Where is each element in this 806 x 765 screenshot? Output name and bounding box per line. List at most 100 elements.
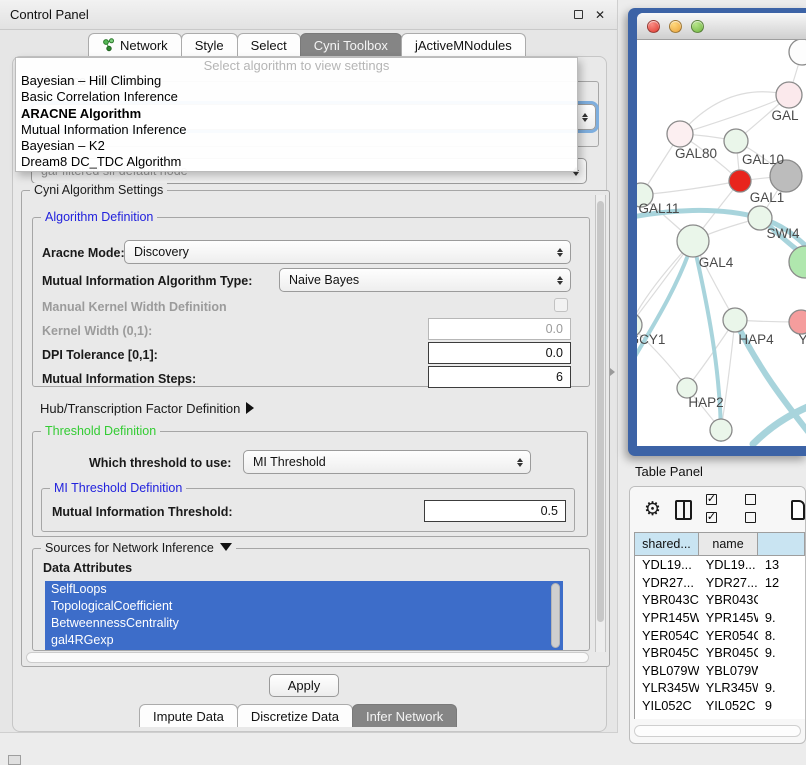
node-label: GAL4 xyxy=(699,255,734,270)
network-node[interactable] xyxy=(677,225,709,257)
mi-threshold-field[interactable]: 0.5 xyxy=(424,500,566,522)
table-row[interactable]: YER054CYER054C8. xyxy=(635,626,805,644)
tab-discretize-data[interactable]: Discretize Data xyxy=(237,704,353,727)
table-horizontal-scrollbar[interactable] xyxy=(634,725,801,737)
table-cell: YIL052C xyxy=(635,697,699,715)
network-node[interactable] xyxy=(710,419,732,441)
settings-horizontal-scrollbar[interactable] xyxy=(26,652,589,663)
table-cell: YBR043C xyxy=(699,591,758,609)
kernel-width-field[interactable]: 0.0 xyxy=(428,318,571,340)
algorithm-definition-group: Algorithm Definition Aracne Mode: Discov… xyxy=(32,217,590,387)
algorithm-option[interactable]: Mutual Information Inference xyxy=(16,122,577,138)
sources-group-title[interactable]: Sources for Network Inference xyxy=(41,541,236,555)
column-header[interactable] xyxy=(758,533,805,555)
table-header-row: shared...name xyxy=(635,533,805,556)
column-header[interactable]: name xyxy=(699,533,758,555)
attribute-item[interactable]: gal4RGexp xyxy=(45,632,563,649)
table-cell: YPR145W xyxy=(635,609,699,627)
dpi-tolerance-field[interactable]: 0.0 xyxy=(428,342,571,364)
minimize-window-icon[interactable] xyxy=(669,20,682,33)
network-window-frame: GALGAL80GAL10GAL1GAL11SWI4GAL4GCY1HAP4YH… xyxy=(628,8,806,456)
gear-icon[interactable]: ⚙ xyxy=(644,500,661,519)
table-row[interactable]: YIL052CYIL052C9 xyxy=(635,697,805,715)
network-node[interactable] xyxy=(667,121,693,147)
algorithm-option[interactable]: Dream8 DC_TDC Algorithm xyxy=(16,154,577,170)
table-panel: Table Panel ⚙ shared...name YDL19...YDL1… xyxy=(622,456,806,756)
table-cell: 13 xyxy=(758,556,805,574)
network-node[interactable] xyxy=(789,40,806,65)
network-node[interactable] xyxy=(789,310,806,334)
manual-kernel-checkbox[interactable] xyxy=(554,298,568,312)
table-cell: YDR27... xyxy=(635,574,699,592)
tab-select[interactable]: Select xyxy=(237,33,301,56)
mi-type-combo[interactable]: Naive Bayes xyxy=(279,268,571,292)
tab-label: Impute Data xyxy=(153,709,224,724)
settings-vertical-scrollbar[interactable] xyxy=(595,195,606,652)
hub-definition-toggle[interactable]: Hub/Transcription Factor Definition xyxy=(40,401,254,416)
control-panel-title: Control Panel xyxy=(10,7,563,22)
list-scrollbar[interactable] xyxy=(551,583,560,648)
algorithm-option[interactable]: Basic Correlation Inference xyxy=(16,89,577,105)
node-label: HAP2 xyxy=(688,395,723,410)
node-label: GAL11 xyxy=(638,201,679,216)
table-row[interactable]: YDR27...YDR27...12 xyxy=(635,574,805,592)
network-window-titlebar xyxy=(637,13,806,40)
close-panel-icon[interactable]: ✕ xyxy=(593,8,607,22)
network-node[interactable] xyxy=(724,129,748,153)
table-cell: YLR345W xyxy=(699,679,758,697)
network-canvas[interactable]: GALGAL80GAL10GAL1GAL11SWI4GAL4GCY1HAP4YH… xyxy=(637,40,806,446)
tab-network[interactable]: Network xyxy=(88,33,182,56)
tab-infer-network[interactable]: Infer Network xyxy=(352,704,457,727)
table-row[interactable]: YPR145WYPR145W9. xyxy=(635,609,805,627)
sources-group: Sources for Network Inference Data Attri… xyxy=(32,548,590,651)
bottom-tabbar: Impute Data Discretize Data Infer Network xyxy=(139,704,456,727)
select-all-columns-icon[interactable] xyxy=(706,492,732,528)
split-view-icon[interactable] xyxy=(675,500,692,520)
window-grip[interactable] xyxy=(8,755,21,765)
panel-divider-handle[interactable] xyxy=(610,368,615,376)
tab-label: Discretize Data xyxy=(251,709,339,724)
tab-label: Infer Network xyxy=(366,709,443,724)
table-row[interactable]: YDL19...YDL19...13 xyxy=(635,556,805,574)
attribute-item[interactable]: SelfLoops xyxy=(45,581,563,598)
tab-jactivemnodules[interactable]: jActiveMNodules xyxy=(401,33,526,56)
tab-label: Cyni Toolbox xyxy=(314,38,388,53)
attribute-item[interactable]: BetweennessCentrality xyxy=(45,615,563,632)
network-node[interactable] xyxy=(789,246,806,278)
network-icon xyxy=(102,38,115,52)
tab-style[interactable]: Style xyxy=(181,33,238,56)
table-cell: YER054C xyxy=(635,626,699,644)
table-row[interactable]: YBL079WYBL079W xyxy=(635,662,805,680)
float-window-icon[interactable] xyxy=(571,8,585,22)
table-row[interactable]: YLR345WYLR345W9. xyxy=(635,679,805,697)
network-node[interactable] xyxy=(776,82,802,108)
algorithm-option[interactable]: Bayesian – Hill Climbing xyxy=(16,73,577,89)
data-attributes-list[interactable]: SelfLoopsTopologicalCoefficientBetweenne… xyxy=(45,581,563,650)
export-table-icon[interactable] xyxy=(791,500,805,520)
apply-button[interactable]: Apply xyxy=(269,674,339,697)
node-label: GCY1 xyxy=(637,332,665,347)
table-panel-inner: ⚙ shared...name YDL19...YDL19...13YDR27.… xyxy=(629,486,806,744)
network-node[interactable] xyxy=(723,308,747,332)
mi-steps-field[interactable]: 6 xyxy=(428,366,571,388)
which-threshold-combo[interactable]: MI Threshold xyxy=(243,450,531,474)
table-cell: YPR145W xyxy=(699,609,758,627)
algorithm-option[interactable]: ARACNE Algorithm xyxy=(16,106,577,122)
table-row[interactable]: YBR043CYBR043C xyxy=(635,591,805,609)
algorithm-option[interactable]: Bayesian – K2 xyxy=(16,138,577,154)
aracne-mode-combo[interactable]: Discovery xyxy=(124,240,571,264)
deselect-all-columns-icon[interactable] xyxy=(745,492,771,528)
manual-kernel-label: Manual Kernel Width Definition xyxy=(42,300,227,314)
tab-cyni-toolbox[interactable]: Cyni Toolbox xyxy=(300,33,402,56)
attribute-item[interactable]: TopologicalCoefficient xyxy=(45,598,563,615)
aracne-mode-value: Discovery xyxy=(134,245,189,259)
column-header[interactable]: shared... xyxy=(635,533,699,555)
zoom-window-icon[interactable] xyxy=(691,20,704,33)
table-cell xyxy=(758,591,805,609)
close-window-icon[interactable] xyxy=(647,20,660,33)
algorithm-definition-title: Algorithm Definition xyxy=(41,210,157,224)
network-node[interactable] xyxy=(729,170,751,192)
combo-stepper-icon xyxy=(557,269,563,291)
tab-impute-data[interactable]: Impute Data xyxy=(139,704,238,727)
table-row[interactable]: YBR045CYBR045C9. xyxy=(635,644,805,662)
